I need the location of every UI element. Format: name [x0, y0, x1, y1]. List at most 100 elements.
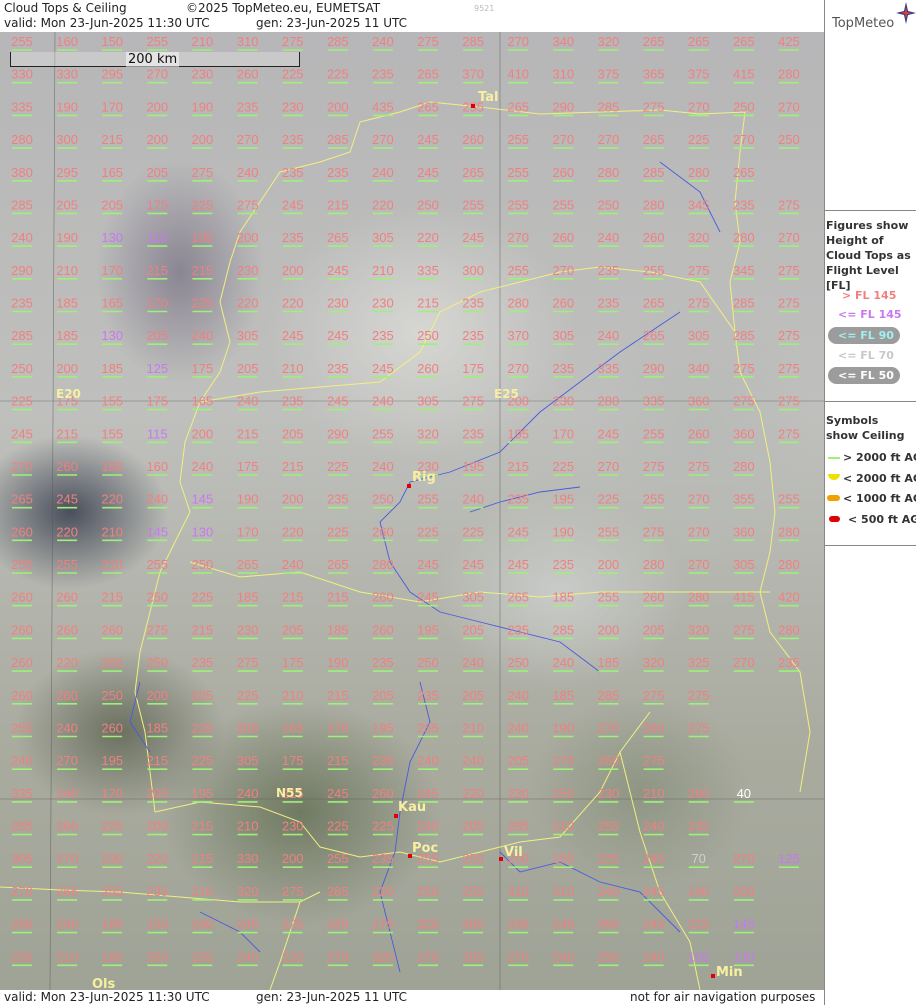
cloud-top-value: 260	[643, 590, 665, 605]
legend-title: Figures show Height of Cloud Tops as Fli…	[826, 219, 911, 292]
cloud-top-value: 255	[417, 721, 439, 736]
cloud-top-value: 230	[372, 296, 394, 311]
cloud-top-value: 205	[237, 361, 259, 376]
cloud-top-value: 175	[146, 394, 168, 409]
cloud-top-value: 250	[733, 99, 755, 114]
cloud-top-value: 235	[327, 165, 349, 180]
cloud-top-value: 130	[733, 949, 755, 964]
cloud-top-value: 275	[643, 753, 665, 768]
cloud-top-value: 245	[282, 328, 304, 343]
cloud-top-value: 290	[11, 263, 33, 278]
cloud-top-value: 370	[462, 67, 484, 82]
legend-divider-top	[824, 210, 916, 211]
cloud-top-value: 310	[552, 884, 574, 899]
cloud-top-value: 245	[507, 917, 529, 932]
cloud-top-value: 305	[237, 753, 259, 768]
cloud-top-value: 255	[462, 197, 484, 212]
cloud-top-value: 270	[688, 492, 710, 507]
cloud-top-value: 225	[327, 67, 349, 82]
cloud-top-value: 210	[237, 819, 259, 834]
cloud-top-value: 260	[372, 524, 394, 539]
cloud-top-value: 265	[462, 165, 484, 180]
cloud-top-value: 260	[688, 786, 710, 801]
valid-time: valid: Mon 23-Jun-2025 11:30 UTC	[4, 16, 210, 30]
grid-label-e25: E25	[494, 387, 519, 401]
cloud-top-value: 280	[733, 459, 755, 474]
satellite-map[interactable]: 255 160 150 255 210 310 275 285 240 275 285 270 340 3…	[0, 32, 824, 990]
cloud-top-value: 175	[282, 753, 304, 768]
cloud-top-value: 225	[327, 524, 349, 539]
cloud-top-value: 275	[733, 622, 755, 637]
cloud-top-value: 210	[282, 688, 304, 703]
cloud-top-value: 240	[372, 459, 394, 474]
cloud-top-value: 260	[101, 721, 123, 736]
cloud-top-value: 230	[282, 99, 304, 114]
cloud-top-value: 255	[101, 884, 123, 899]
cloud-top-value: 280	[778, 524, 800, 539]
cloud-top-value: 265	[56, 884, 78, 899]
cloud-top-value: 230	[552, 394, 574, 409]
cloud-top-value: 285	[462, 34, 484, 49]
cloud-top-value: 130	[101, 328, 123, 343]
cloud-top-value: 255	[507, 132, 529, 147]
cloud-top-value: 245	[417, 590, 439, 605]
cloud-top-value: 235	[778, 655, 800, 670]
cloud-top-value: 330	[56, 67, 78, 82]
cloud-top-value: 270	[417, 949, 439, 964]
cloud-top-value: 255	[11, 34, 33, 49]
cloud-top-value: 190	[56, 230, 78, 245]
cloud-top-value: 235	[282, 132, 304, 147]
cloud-top-value: 240	[56, 721, 78, 736]
cloud-top-value: 270	[507, 230, 529, 245]
logo-text: TopMeteo	[832, 16, 895, 31]
cloud-top-value: 220	[146, 851, 168, 866]
scale-bar-label: 200 km	[126, 52, 180, 67]
cloud-top-value: 240	[372, 394, 394, 409]
cloud-top-value: 200	[282, 263, 304, 278]
cloud-top-value: 215	[237, 426, 259, 441]
cloud-top-value: 215	[192, 263, 214, 278]
cloud-top-value: 185	[552, 688, 574, 703]
cloud-top-value: 270	[372, 132, 394, 147]
cloud-top-value: 275	[643, 688, 665, 703]
cloud-top-value: 175	[282, 655, 304, 670]
cloud-top-value: 270	[733, 132, 755, 147]
cloud-top-value: 310	[552, 67, 574, 82]
cloud-top-value: 300	[462, 263, 484, 278]
cloud-top-value: 175	[462, 361, 484, 376]
cloud-top-value: 255	[11, 557, 33, 572]
cloud-top-value: 40	[737, 786, 751, 801]
cloud-top-value: 250	[11, 361, 33, 376]
cloud-top-value: 235	[11, 296, 33, 311]
cloud-top-value: 150	[101, 34, 123, 49]
cloud-top-value: 275	[237, 655, 259, 670]
cloud-top-value: 225	[237, 688, 259, 703]
cloud-top-value: 235	[598, 263, 620, 278]
grid-label-n55: N55	[276, 786, 303, 800]
cloud-top-value: 255	[146, 34, 168, 49]
cloud-top-value: 260	[56, 622, 78, 637]
cloud-top-value: 275	[688, 296, 710, 311]
cloud-top-value: 240	[146, 492, 168, 507]
cloud-top-value: 185	[598, 655, 620, 670]
cloud-top-value: 220	[417, 230, 439, 245]
cloud-top-value: 255	[462, 949, 484, 964]
cloud-top-value: 185	[237, 590, 259, 605]
cloud-top-value: 275	[146, 622, 168, 637]
cloud-top-value: 240	[372, 165, 394, 180]
cloud-top-value: 240	[11, 230, 33, 245]
cloud-top-value: 320	[643, 655, 665, 670]
cloud-top-value: 210	[643, 786, 665, 801]
cloud-top-value: 260	[56, 819, 78, 834]
cloud-top-value: 215	[101, 132, 123, 147]
city-ols: Ols	[92, 977, 116, 990]
cloud-top-value: 340	[552, 34, 574, 49]
cloud-top-value: 240	[462, 655, 484, 670]
cloud-top-value: 260	[688, 426, 710, 441]
cloud-top-value: 205	[56, 197, 78, 212]
city-poc: Poc	[412, 841, 439, 856]
cloud-top-value: 215	[282, 590, 304, 605]
cloud-top-value: 190	[688, 884, 710, 899]
cloud-top-value: 235	[462, 328, 484, 343]
cloud-top-value: 130	[101, 230, 123, 245]
